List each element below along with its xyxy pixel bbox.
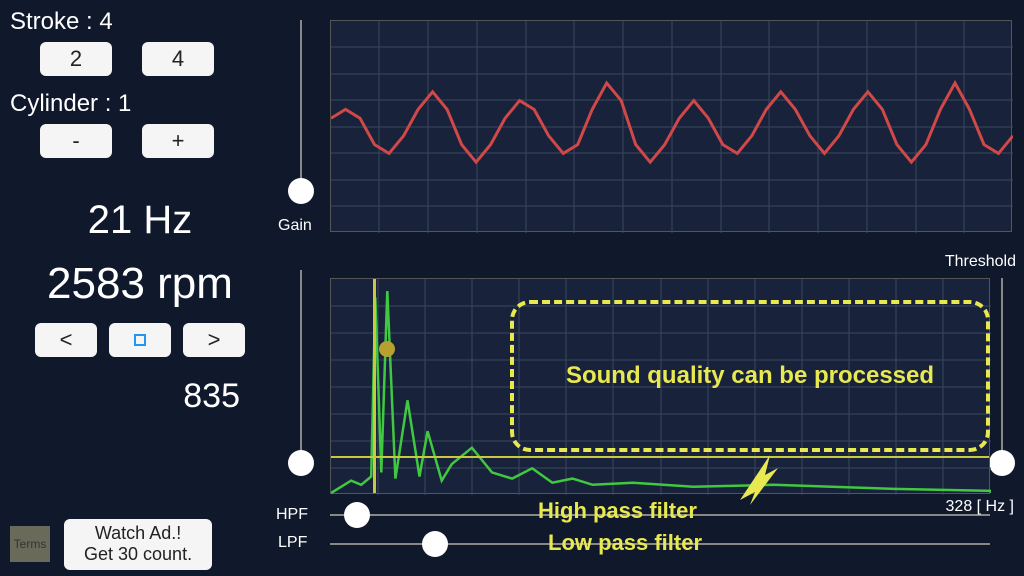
count-value: 835 — [10, 377, 270, 416]
waveform-scope — [330, 20, 1012, 232]
lpf-slider[interactable] — [330, 534, 510, 554]
ad-line1: Watch Ad.! — [84, 523, 192, 545]
threshold-line — [331, 456, 989, 458]
cylinder-minus-button[interactable]: - — [40, 124, 112, 158]
stop-button[interactable] — [109, 323, 171, 357]
frequency-value: 21 Hz — [10, 198, 270, 243]
annotation-text: Sound quality can be processed — [566, 362, 934, 390]
threshold-slider[interactable] — [992, 278, 1012, 488]
hpf-annotation: High pass filter — [538, 498, 697, 524]
hpf-slider[interactable] — [330, 505, 510, 525]
watch-ad-button[interactable]: Watch Ad.! Get 30 count. — [64, 519, 212, 570]
prev-button[interactable]: < — [35, 323, 97, 357]
cylinder-label: Cylinder : 1 — [10, 90, 270, 118]
freq-max-label: 328 [ Hz ] — [946, 498, 1014, 516]
stroke-label: Stroke : 4 — [10, 8, 270, 36]
next-button[interactable]: > — [183, 323, 245, 357]
stop-icon — [134, 334, 146, 346]
lpf-label: LPF — [278, 534, 307, 552]
ad-line2: Get 30 count. — [84, 544, 192, 566]
annotation-box: Sound quality can be processed — [510, 300, 990, 452]
peak-marker — [379, 341, 395, 357]
threshold-label: Threshold — [945, 253, 1016, 271]
hpf-cutoff-line[interactable] — [373, 279, 376, 493]
stroke-4-button[interactable]: 4 — [142, 42, 214, 76]
gain-label: Gain — [278, 217, 312, 235]
lpf-annotation: Low pass filter — [548, 530, 702, 556]
terms-button[interactable]: Terms — [10, 526, 50, 562]
cylinder-plus-button[interactable]: + — [142, 124, 214, 158]
stroke-2-button[interactable]: 2 — [40, 42, 112, 76]
left-vertical-slider[interactable] — [291, 270, 311, 480]
gain-slider[interactable] — [291, 20, 311, 250]
arrow-icon — [730, 450, 790, 510]
hpf-label: HPF — [276, 506, 308, 524]
rpm-value: 2583 rpm — [10, 259, 270, 309]
